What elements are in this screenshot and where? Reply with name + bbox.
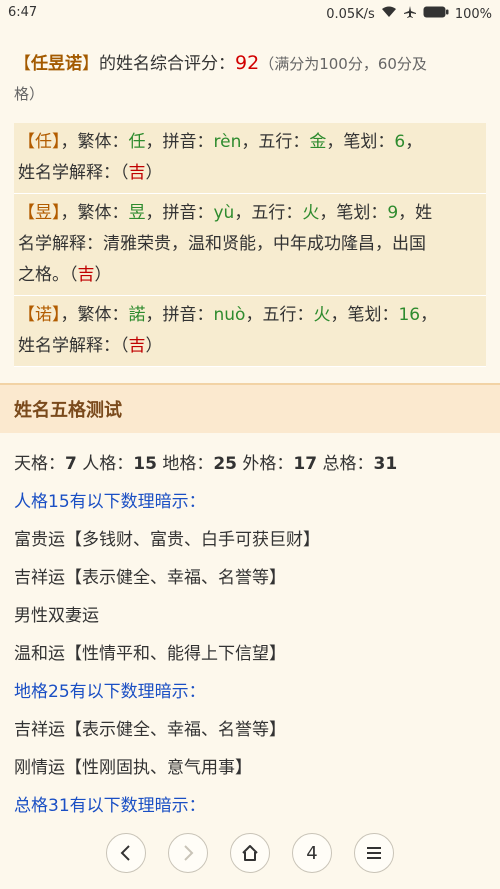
wuge-section-body: 天格：7 人格：15 地格：25 外格：17 总格：31 人格15有以下数理暗示… (0, 433, 500, 825)
explain-text-end: 之格。（ (18, 265, 78, 285)
di-value: 25 (213, 454, 237, 474)
label: ，繁体： (60, 132, 129, 152)
paren-close: ） (145, 163, 163, 183)
label: ，笔划： (326, 132, 395, 152)
status-bar: 6:47 0.05K/s 100% (0, 0, 500, 26)
label: ，繁体： (60, 203, 129, 223)
strokes: 6 (394, 132, 406, 152)
airplane-icon (403, 5, 417, 23)
di-label: 地格： (162, 454, 214, 474)
char: 昱 (35, 203, 52, 223)
char-card-yu: 【昱】，繁体：昱，拼音：yù，五行：火，笔划：9，姓 名学解释：清雅荣贵，温和贤能… (14, 194, 486, 296)
explain-label: 姓名学解释：（ (18, 336, 129, 356)
label: ，五行： (234, 203, 303, 223)
menu-button[interactable] (354, 833, 394, 873)
hint-heading: 地格25有以下数理暗示： (14, 682, 206, 702)
hint-row: 富贵运【多钱财、富贵、白手可获巨财】 (14, 530, 320, 550)
hint-row: 吉祥运【表示健全、幸福、名誉等】 (14, 720, 286, 740)
home-icon (242, 845, 258, 861)
label: ，姓 (398, 203, 433, 223)
explain-label: 姓名学解释：（ (18, 163, 129, 183)
trad-char: 昱 (128, 203, 146, 223)
wuxing: 火 (302, 203, 320, 223)
label: ， (405, 132, 423, 152)
full-name: 任昱诺 (31, 54, 82, 74)
strokes: 16 (398, 305, 421, 325)
hint-row: 刚情运【性刚固执、意气用事】 (14, 758, 252, 778)
ren-value: 15 (133, 454, 157, 474)
char: 任 (35, 132, 52, 152)
wuxing: 火 (313, 305, 331, 325)
status-time: 6:47 (8, 5, 38, 20)
score-summary: 【任昱诺】的姓名综合评分：92（满分为100分，60分及格） (0, 26, 500, 109)
tian-label: 天格： (14, 454, 65, 474)
battery-icon (423, 6, 449, 22)
ji-badge: 吉 (128, 336, 146, 356)
tabs-count: 4 (306, 842, 318, 864)
label: ， (420, 305, 438, 325)
chevron-right-icon (184, 845, 194, 861)
label: ，五行： (241, 132, 310, 152)
label: ，繁体： (60, 305, 129, 325)
status-right: 0.05K/s 100% (326, 5, 492, 23)
zong-label: 总格： (322, 454, 374, 474)
label: ，拼音： (145, 305, 214, 325)
home-button[interactable] (230, 833, 270, 873)
pinyin: rèn (213, 132, 242, 152)
hint-row: 吉祥运【表示健全、幸福、名誉等】 (14, 568, 286, 588)
explain-text: 名学解释：清雅荣贵，温和贤能，中年成功隆昌，出国 (18, 234, 426, 254)
score-note-1: （满分为100分，60分及 (259, 55, 427, 73)
forward-button[interactable] (168, 833, 208, 873)
network-speed: 0.05K/s (326, 6, 375, 22)
hint-heading: 人格15有以下数理暗示： (14, 492, 206, 512)
label: ，拼音： (145, 203, 214, 223)
paren-close: ） (145, 336, 163, 356)
menu-icon (367, 847, 381, 859)
label: ，笔划： (330, 305, 399, 325)
wuge-summary-row: 天格：7 人格：15 地格：25 外格：17 总格：31 (14, 445, 486, 483)
zong-value: 31 (373, 454, 398, 474)
label: ，笔划： (319, 203, 388, 223)
wuge-section-title: 姓名五格测试 (0, 383, 500, 433)
back-button[interactable] (106, 833, 146, 873)
trad-char: 諾 (128, 305, 146, 325)
hint-row: 温和运【性情平和、能得上下信望】 (14, 644, 286, 664)
hint-row: 男性双妻运 (14, 606, 99, 626)
score-value: 92 (235, 52, 260, 74)
pinyin: nuò (213, 305, 246, 325)
paren-close: ） (94, 265, 112, 285)
browser-nav-bar: 4 (0, 817, 500, 889)
wifi-icon (381, 6, 397, 22)
bracket-close: 】 (82, 54, 99, 74)
label: ，拼音： (145, 132, 214, 152)
ji-badge: 吉 (77, 265, 95, 285)
score-text: 的姓名综合评分： (99, 54, 235, 74)
char: 诺 (35, 305, 52, 325)
tabs-button[interactable]: 4 (292, 833, 332, 873)
wuxing: 金 (309, 132, 327, 152)
score-note-2: 格） (14, 85, 45, 103)
pinyin: yù (213, 203, 235, 223)
ji-badge: 吉 (128, 163, 146, 183)
trad-char: 任 (128, 132, 146, 152)
char-card-nuo: 【诺】，繁体：諾，拼音：nuò，五行：火，笔划：16， 姓名学解释：（吉） (14, 296, 486, 367)
bracket-open: 【 (14, 54, 31, 74)
wai-label: 外格： (242, 454, 294, 474)
page-content: 【任昱诺】的姓名综合评分：92（满分为100分，60分及 格） 【任】，繁体：任，… (0, 26, 500, 825)
battery-level: 100% (454, 6, 492, 22)
wai-value: 17 (293, 454, 318, 474)
ren-label: 人格： (82, 454, 134, 474)
tian-value: 7 (65, 454, 77, 474)
char-card-ren: 【任】，繁体：任，拼音：rèn，五行：金，笔划：6， 姓名学解释：（吉） (14, 123, 486, 194)
chevron-left-icon (120, 845, 130, 861)
label: ，五行： (245, 305, 314, 325)
strokes: 9 (387, 203, 399, 223)
